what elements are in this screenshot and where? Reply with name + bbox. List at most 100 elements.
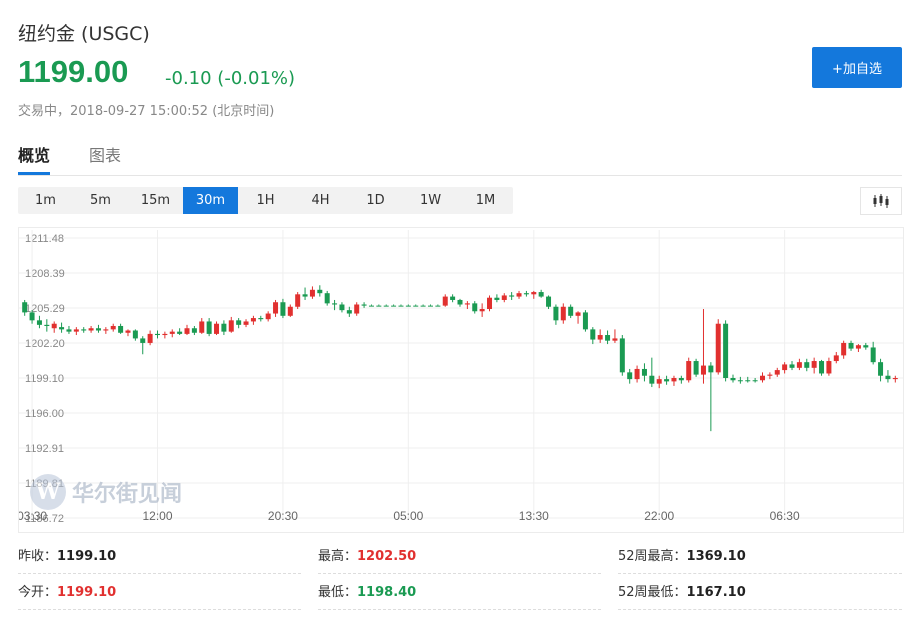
candle-body: [398, 305, 404, 307]
candle-body: [782, 364, 788, 371]
x-tick-label: 06:30: [770, 509, 800, 523]
period-1mo[interactable]: 1M: [458, 187, 513, 214]
candle-body: [95, 328, 101, 331]
candle-body: [29, 312, 35, 321]
candle-body: [693, 361, 699, 375]
stat-high: 最高：1202.50: [318, 545, 601, 574]
trading-status: 交易中，2018-09-27 15:00:52 (北京时间): [18, 104, 275, 119]
candle-body: [346, 310, 352, 314]
candle-body: [582, 312, 588, 330]
candle-body: [206, 321, 212, 334]
candle-body: [265, 313, 271, 320]
y-tick-label: 1211.48: [25, 233, 64, 245]
candle-body: [420, 305, 426, 307]
tab-bar: 概览 图表: [18, 140, 902, 176]
candle-body: [612, 338, 618, 341]
last-price: 1199.00: [18, 54, 129, 89]
candle-body: [147, 333, 153, 343]
stat-prev-close: 昨收：1199.10: [18, 545, 301, 574]
x-tick-label: 05:00: [393, 509, 423, 523]
period-1h[interactable]: 1H: [238, 187, 293, 214]
candle-body: [73, 329, 79, 332]
candle-body: [295, 294, 301, 307]
candle-body: [302, 294, 308, 297]
candle-body: [752, 380, 758, 382]
candle-body: [789, 364, 795, 368]
candle-body: [287, 306, 293, 316]
x-tick-label: 12:00: [142, 509, 172, 523]
candle-body: [177, 331, 183, 334]
candle-body: [258, 318, 264, 320]
candle-body: [51, 323, 57, 329]
y-tick-label: 1196.00: [25, 408, 64, 420]
chart-type-button[interactable]: [860, 187, 902, 215]
watermark-logo: W 华尔街见闻: [30, 474, 182, 510]
candle-body: [487, 297, 493, 310]
candle-body: [464, 303, 470, 305]
period-1w[interactable]: 1W: [403, 187, 458, 214]
candle-body: [140, 338, 146, 343]
candle-body: [354, 304, 360, 314]
candle-body: [324, 293, 330, 304]
candle-body: [184, 328, 190, 334]
candle-body: [376, 305, 382, 307]
candle-body: [804, 362, 810, 368]
candle-body: [214, 323, 220, 334]
add-to-watchlist-button[interactable]: +加自选: [812, 47, 902, 88]
candle-body: [848, 342, 854, 349]
period-1d[interactable]: 1D: [348, 187, 403, 214]
candle-body: [568, 306, 574, 316]
candle-body: [81, 329, 87, 331]
candle-body: [700, 365, 706, 375]
candle-body: [442, 296, 448, 306]
candle-body: [501, 295, 507, 300]
candle-body: [523, 293, 529, 295]
candle-body: [191, 328, 197, 333]
candle-body: [833, 355, 839, 362]
candle-body: [678, 378, 684, 381]
candle-body: [435, 305, 441, 307]
candle-body: [280, 302, 286, 316]
candle-body: [686, 361, 692, 381]
tab-chart[interactable]: 图表: [89, 142, 121, 166]
candle-body: [509, 295, 515, 297]
candle-body: [413, 305, 419, 307]
candle-body: [641, 368, 647, 376]
period-1m[interactable]: 1m: [18, 187, 73, 214]
candle-body: [450, 296, 456, 300]
candle-body: [221, 323, 227, 332]
tab-overview[interactable]: 概览: [18, 142, 51, 175]
stat-low: 最低：1198.40: [318, 581, 601, 610]
candle-body: [162, 333, 168, 336]
candle-body: [892, 378, 898, 380]
candle-body: [634, 368, 640, 380]
candle-body: [649, 375, 655, 384]
candle-body: [494, 297, 500, 300]
candle-body: [22, 302, 28, 313]
candle-body: [597, 335, 603, 340]
period-5m[interactable]: 5m: [73, 187, 128, 214]
candle-body: [427, 305, 433, 307]
candle-body: [479, 309, 485, 312]
candle-body: [745, 380, 751, 382]
period-4h[interactable]: 4H: [293, 187, 348, 214]
candle-body: [723, 323, 729, 378]
period-30m[interactable]: 30m: [183, 187, 238, 214]
x-tick-label: 22:00: [644, 509, 674, 523]
candle-body: [110, 325, 116, 330]
candle-body: [317, 289, 323, 294]
price-change: -0.10 (-0.01%): [165, 68, 296, 89]
candle-body: [774, 370, 780, 375]
candle-body: [250, 318, 256, 322]
candle-body: [199, 321, 205, 333]
candle-body: [715, 323, 721, 373]
candle-body: [819, 361, 825, 374]
candle-body: [332, 303, 338, 305]
candle-body: [169, 331, 175, 334]
x-tick-label: 03:30: [19, 509, 47, 523]
candle-body: [760, 375, 766, 381]
candle-body: [737, 380, 743, 382]
candle-body: [826, 361, 832, 374]
period-15m[interactable]: 15m: [128, 187, 183, 214]
watermark-w-icon: W: [30, 474, 66, 510]
